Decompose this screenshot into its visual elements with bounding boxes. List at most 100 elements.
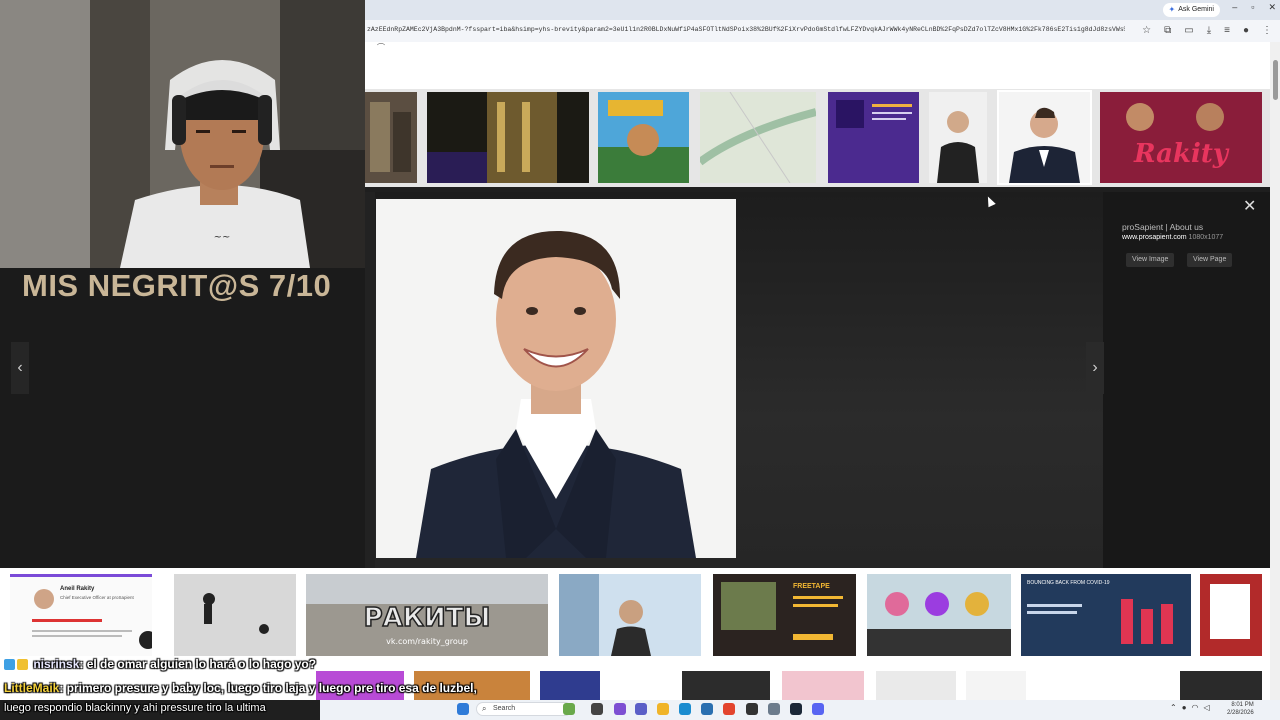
result-thumb-3[interactable] [598, 92, 689, 183]
minimize-icon[interactable]: – [1232, 2, 1237, 13]
image-source-title[interactable]: proSapient | About us [1122, 222, 1203, 232]
maximize-icon[interactable]: ▫ [1251, 2, 1254, 13]
card3-graffiti-text: РАКИТЫ [364, 603, 491, 633]
result-thumb-6[interactable] [929, 92, 987, 183]
address-bar-row: zAzEEdnRpZAMEc2VjA3BpdnM-?fsspart=iba&hs… [365, 20, 1280, 42]
chat-emote-icon [17, 659, 28, 671]
media-icon[interactable]: ≡ [1224, 25, 1230, 36]
card6-text: BOUNCING BACK FROM COVID-19 [1027, 580, 1110, 586]
tray-chevron-icon[interactable]: ⌃ [1170, 703, 1177, 712]
wifi-icon[interactable]: ◠ [1192, 703, 1199, 712]
edge-browser-icon[interactable] [679, 703, 691, 715]
result-thumb-selected[interactable] [997, 90, 1092, 185]
webcam-feed: ~~ [0, 0, 365, 268]
taskbar-search-placeholder: Search [493, 705, 516, 712]
volume-icon[interactable]: ◁ [1204, 703, 1210, 712]
copilot-icon[interactable] [614, 703, 626, 715]
row2-thumb-6[interactable] [876, 671, 956, 700]
result-thumb-rakity[interactable]: Rakity [1100, 92, 1262, 183]
result-card-6[interactable] [867, 574, 1011, 656]
page-header-area: ⌒ [365, 42, 1280, 89]
scrollbar-thumb[interactable] [1273, 60, 1278, 100]
result-card-2[interactable] [174, 574, 296, 656]
row2-thumb-5[interactable] [782, 671, 864, 700]
result-card-covid[interactable]: BOUNCING BACK FROM COVID-19 [1021, 574, 1191, 656]
ask-gemini-button[interactable]: ✦ Ask Gemini [1162, 3, 1220, 17]
result-card-aneil[interactable]: Aneil Rakity Chief Executive Officer at … [10, 574, 152, 656]
preview-image[interactable] [376, 199, 736, 558]
microphone-icon[interactable]: ● [1182, 703, 1187, 712]
loading-spinner-icon: ⌒ [377, 43, 385, 52]
card1-name: Aneil Rakity [60, 586, 95, 592]
chat-badge-icon [4, 659, 15, 671]
url-text[interactable]: zAzEEdnRpZAMEc2VjA3BpdnM-?fsspart=iba&hs… [367, 26, 1125, 33]
chat-message-3: luego respondio blackinny y ahi pressure… [4, 702, 266, 714]
row2-thumb-4[interactable] [682, 671, 770, 700]
result-card-5[interactable]: FREETAPE [713, 574, 856, 656]
previous-image-button[interactable]: ‹ [11, 342, 29, 394]
chevron-left-icon: ‹ [17, 359, 23, 376]
taskbar-search-box[interactable]: ⌕ Search [476, 702, 572, 716]
chat-username-1: nisrinsk [33, 657, 80, 671]
steam-icon[interactable] [790, 703, 802, 715]
close-viewer-icon[interactable]: ✕ [1243, 196, 1256, 216]
svg-text:~~: ~~ [214, 232, 231, 243]
view-image-button[interactable]: View Image [1126, 253, 1175, 267]
profile-avatar-icon[interactable]: ● [1243, 25, 1249, 36]
result-card-rakity-vk[interactable]: РАКИТЫ vk.com/rakity_group [306, 574, 548, 656]
chat-username-2: LittleMaik [4, 681, 60, 695]
file-explorer-icon[interactable] [657, 703, 669, 715]
search-icon: ⌕ [482, 704, 487, 713]
row2-thumb-3[interactable] [540, 671, 600, 700]
top-results-strip: Rakity [365, 89, 1270, 187]
window-controls: – ▫ ✕ [1232, 2, 1276, 13]
chevron-right-icon: › [1092, 359, 1098, 376]
downloads-icon[interactable]: ⤓ [1207, 25, 1211, 36]
rakity-logo-text: Rakity [1133, 139, 1230, 169]
result-thumb-4[interactable] [700, 92, 816, 183]
settings-gear-icon[interactable] [768, 703, 780, 715]
row2-thumb-7[interactable] [966, 671, 1026, 700]
teams-icon[interactable] [635, 703, 647, 715]
next-image-button[interactable]: › [1086, 342, 1104, 394]
chrome-icon[interactable] [723, 703, 735, 715]
taskbar-clock[interactable]: 8:01 PM 2/28/2026 [1227, 701, 1254, 717]
task-view-icon[interactable] [591, 703, 603, 715]
result-card-4[interactable] [559, 574, 701, 656]
viewer-side-panel [1103, 192, 1270, 568]
store-icon[interactable] [701, 703, 713, 715]
gemini-spark-icon: ✦ [1168, 5, 1176, 14]
windows-start-icon[interactable] [457, 703, 469, 715]
stream-overlay-title: MIS NEGRIT@S 7/10 [22, 268, 332, 303]
discord-icon[interactable] [812, 703, 824, 715]
split-view-icon[interactable]: ▭ [1184, 25, 1193, 36]
page-scrollbar[interactable] [1270, 42, 1280, 700]
ask-gemini-label: Ask Gemini [1178, 6, 1214, 13]
clock-date: 2/28/2026 [1227, 710, 1254, 716]
obs-icon[interactable] [746, 703, 758, 715]
result-thumb-1[interactable] [365, 92, 417, 183]
result-thumb-5[interactable] [828, 92, 919, 183]
widgets-icon[interactable] [563, 703, 575, 715]
extensions-icon[interactable]: ⧉ [1164, 25, 1171, 36]
left-dark-panel [0, 268, 365, 568]
card3-sub: vk.com/rakity_group [386, 637, 468, 646]
menu-dots-icon[interactable]: ⋮ [1262, 25, 1272, 36]
man-portrait-photo [376, 199, 736, 558]
row2-thumb-8[interactable] [1180, 671, 1262, 700]
browser-tabbar: ✦ Ask Gemini – ▫ ✕ [365, 0, 1280, 20]
chat-text-2: : primero presure y baby loc, luego tiro… [59, 681, 477, 695]
screen: ✦ Ask Gemini – ▫ ✕ zAzEEdnRpZAMEc2VjA3Bp… [0, 0, 1280, 720]
image-dimensions: 1080x1077 [1188, 234, 1224, 241]
bookmark-star-icon[interactable]: ☆ [1142, 25, 1151, 36]
chat-message-1: nisrinsk: el de omar alguien lo hará o l… [4, 657, 316, 671]
result-card-8[interactable] [1200, 574, 1262, 656]
toolbar-icons: ☆ ⧉ ▭ ⤓ ≡ ● ⋮ [1142, 25, 1272, 36]
result-thumb-2[interactable] [427, 92, 589, 183]
image-source-domain: www.prosapient.com 1080x1077 [1122, 234, 1223, 241]
chat-message-2: LittleMaik: primero presure y baby loc, … [4, 681, 477, 695]
view-page-button[interactable]: View Page [1187, 253, 1233, 267]
close-window-icon[interactable]: ✕ [1268, 2, 1276, 13]
domain-text[interactable]: www.prosapient.com [1122, 234, 1187, 241]
chat-text-1: : el de omar alguien lo hará o lo hago y… [79, 657, 317, 671]
